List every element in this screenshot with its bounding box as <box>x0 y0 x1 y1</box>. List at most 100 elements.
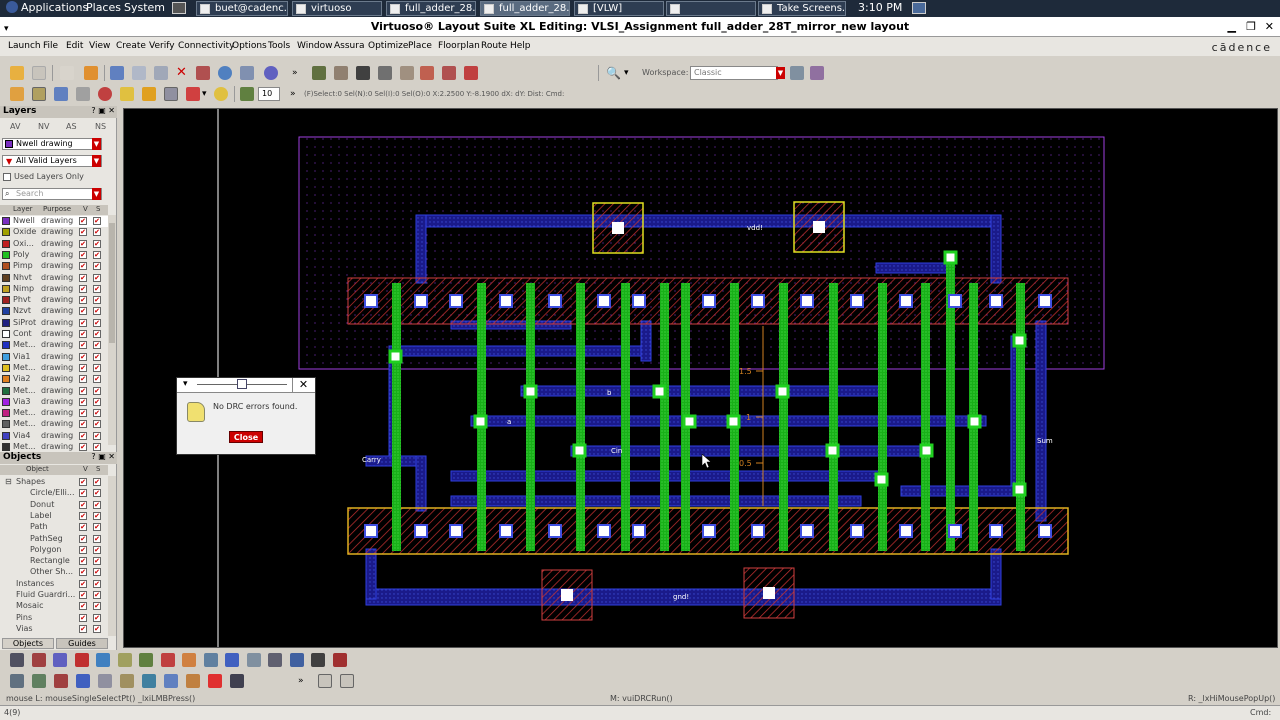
maximize-icon[interactable]: ❐ <box>1246 17 1256 37</box>
task-terminal[interactable]: buet@cadenc... <box>196 1 288 16</box>
tab-av[interactable]: AV <box>10 122 20 131</box>
redraw-icon[interactable] <box>264 66 278 80</box>
toolbar-tool-icon[interactable] <box>203 653 218 667</box>
object-selectable-checkbox[interactable]: ✔ <box>93 579 101 588</box>
layer-row[interactable]: Phvt drawing ✔ ✔ <box>0 295 108 306</box>
object-visible-checkbox[interactable]: ✔ <box>79 545 87 554</box>
layer-row[interactable]: Via1 drawing ✔ ✔ <box>0 352 108 363</box>
menu-file[interactable]: File <box>43 41 58 51</box>
menu-options[interactable]: Options <box>232 41 267 51</box>
layer-selectable-checkbox[interactable]: ✔ <box>93 273 101 282</box>
task-full-adder-1[interactable]: full_adder_28... <box>386 1 476 16</box>
toolbar-tool-icon[interactable] <box>98 674 112 688</box>
col-object[interactable]: Object <box>26 465 49 473</box>
area-select-icon[interactable] <box>32 87 46 101</box>
toolbar-tool-icon[interactable] <box>53 653 67 667</box>
layer-visible-checkbox[interactable]: ✔ <box>79 296 87 305</box>
toolbar-tool-icon[interactable] <box>164 674 178 688</box>
object-selectable-checkbox[interactable]: ✔ <box>93 591 101 599</box>
layer-visible-checkbox[interactable]: ✔ <box>79 341 87 350</box>
list-view-icon[interactable] <box>340 674 354 688</box>
current-layer-select[interactable]: Nwell drawing <box>2 138 102 150</box>
search-dropdown-icon[interactable]: ▼ <box>92 188 101 200</box>
more-tools-icon[interactable]: » <box>292 68 298 78</box>
layer-row[interactable]: Cont drawing ✔ ✔ <box>0 329 108 340</box>
menu-launch[interactable]: Launch <box>8 41 41 51</box>
open-icon[interactable] <box>10 66 24 80</box>
object-row[interactable]: Pins ✔ ✔ <box>0 613 108 624</box>
toolbar-tool-icon[interactable] <box>10 674 24 688</box>
layer-row[interactable]: Nhvt drawing ✔ ✔ <box>0 273 108 284</box>
object-selectable-checkbox[interactable]: ✔ <box>93 568 101 577</box>
object-visible-checkbox[interactable]: ✔ <box>79 579 87 588</box>
tab-as[interactable]: AS <box>66 122 77 131</box>
layer-row[interactable]: Poly drawing ✔ ✔ <box>0 250 108 261</box>
menu-window[interactable]: Window <box>297 41 333 51</box>
menu-help[interactable]: Help <box>510 41 531 51</box>
layer-row[interactable]: SiProt drawing ✔ ✔ <box>0 318 108 329</box>
layer-visible-checkbox[interactable]: ✔ <box>79 307 87 316</box>
layer-selectable-checkbox[interactable]: ✔ <box>93 296 101 305</box>
wire-icon[interactable] <box>442 66 456 80</box>
layer-selectable-checkbox[interactable]: ✔ <box>93 318 101 327</box>
system-menu[interactable]: System <box>124 1 165 14</box>
object-visible-checkbox[interactable]: ✔ <box>79 500 87 509</box>
hierarchy-icon[interactable] <box>240 66 254 80</box>
layer-row[interactable]: Nzvt drawing ✔ ✔ <box>0 306 108 317</box>
object-visible-checkbox[interactable]: ✔ <box>79 602 87 611</box>
select-mode-icon[interactable] <box>10 87 24 101</box>
object-row[interactable]: Label ✔ ✔ <box>0 511 108 522</box>
dialog-maximize-icon[interactable] <box>237 379 247 389</box>
layer-row[interactable]: Via3 drawing ✔ ✔ <box>0 397 108 408</box>
lock-icon[interactable] <box>142 87 156 101</box>
search-dropdown-icon[interactable]: ▾ <box>624 68 629 78</box>
menu-create[interactable]: Create <box>116 41 146 51</box>
object-row[interactable]: Mosaic ✔ ✔ <box>0 601 108 612</box>
layer-visible-checkbox[interactable]: ✔ <box>79 363 87 372</box>
task-virtuoso[interactable]: virtuoso <box>292 1 382 16</box>
object-selectable-checkbox[interactable]: ✔ <box>93 557 101 566</box>
layer-row[interactable]: Oxi... drawing ✔ ✔ <box>0 239 108 250</box>
properties-icon[interactable] <box>218 66 232 80</box>
ruler-clear-icon[interactable] <box>356 66 370 80</box>
layer-selectable-checkbox[interactable]: ✔ <box>93 330 101 338</box>
layer-visible-checkbox[interactable]: ✔ <box>79 262 87 271</box>
layer-visible-checkbox[interactable]: ✔ <box>79 239 87 248</box>
toolbar-tool-icon[interactable] <box>311 653 325 667</box>
object-selectable-checkbox[interactable]: ✔ <box>93 624 101 633</box>
layer-search-input[interactable]: ⌕ Search <box>2 188 102 200</box>
clock[interactable]: 3:10 PM <box>858 1 902 14</box>
col-s[interactable]: S <box>96 205 100 213</box>
toolbar-tool-icon[interactable] <box>54 674 68 688</box>
layer-visible-checkbox[interactable]: ✔ <box>79 217 87 225</box>
object-visible-checkbox[interactable]: ✔ <box>79 489 87 498</box>
object-selectable-checkbox[interactable]: ✔ <box>93 534 101 543</box>
window-menu-icon[interactable]: ▾ <box>4 19 9 39</box>
toolbar-tool-icon[interactable] <box>31 653 46 667</box>
layer-row[interactable]: Via4 drawing ✔ ✔ <box>0 431 108 442</box>
layer-visible-checkbox[interactable]: ✔ <box>79 431 87 440</box>
col-v[interactable]: V <box>83 205 88 213</box>
network-icon[interactable] <box>912 2 926 14</box>
workspace-select[interactable]: Classic <box>690 66 778 80</box>
layers-scrollbar[interactable] <box>108 215 116 445</box>
toolbar-tool-icon[interactable] <box>225 653 239 667</box>
layer-selectable-checkbox[interactable]: ✔ <box>93 431 101 440</box>
object-row[interactable]: ⊟ Shapes ✔ ✔ <box>0 477 108 488</box>
layer-selectable-checkbox[interactable]: ✔ <box>93 341 101 350</box>
save-icon[interactable] <box>32 66 46 80</box>
layer-selectable-checkbox[interactable]: ✔ <box>93 262 101 271</box>
col-v[interactable]: V <box>83 465 88 473</box>
undo-icon[interactable] <box>60 66 74 80</box>
object-row[interactable]: PathSeg ✔ ✔ <box>0 534 108 545</box>
scrollbar-thumb[interactable] <box>109 223 115 343</box>
object-row[interactable]: Circle/Elli... ✔ ✔ <box>0 488 108 499</box>
menu-optimize[interactable]: Optimize <box>368 41 408 51</box>
object-row[interactable]: Instances ✔ ✔ <box>0 579 108 590</box>
layer-selectable-checkbox[interactable]: ✔ <box>93 217 101 225</box>
toolbar-tool-icon[interactable] <box>32 674 46 688</box>
menu-floorplan[interactable]: Floorplan <box>438 41 480 51</box>
object-selectable-checkbox[interactable]: ✔ <box>93 613 101 622</box>
object-row[interactable]: Donut ✔ ✔ <box>0 500 108 511</box>
object-selectable-checkbox[interactable]: ✔ <box>93 511 101 520</box>
